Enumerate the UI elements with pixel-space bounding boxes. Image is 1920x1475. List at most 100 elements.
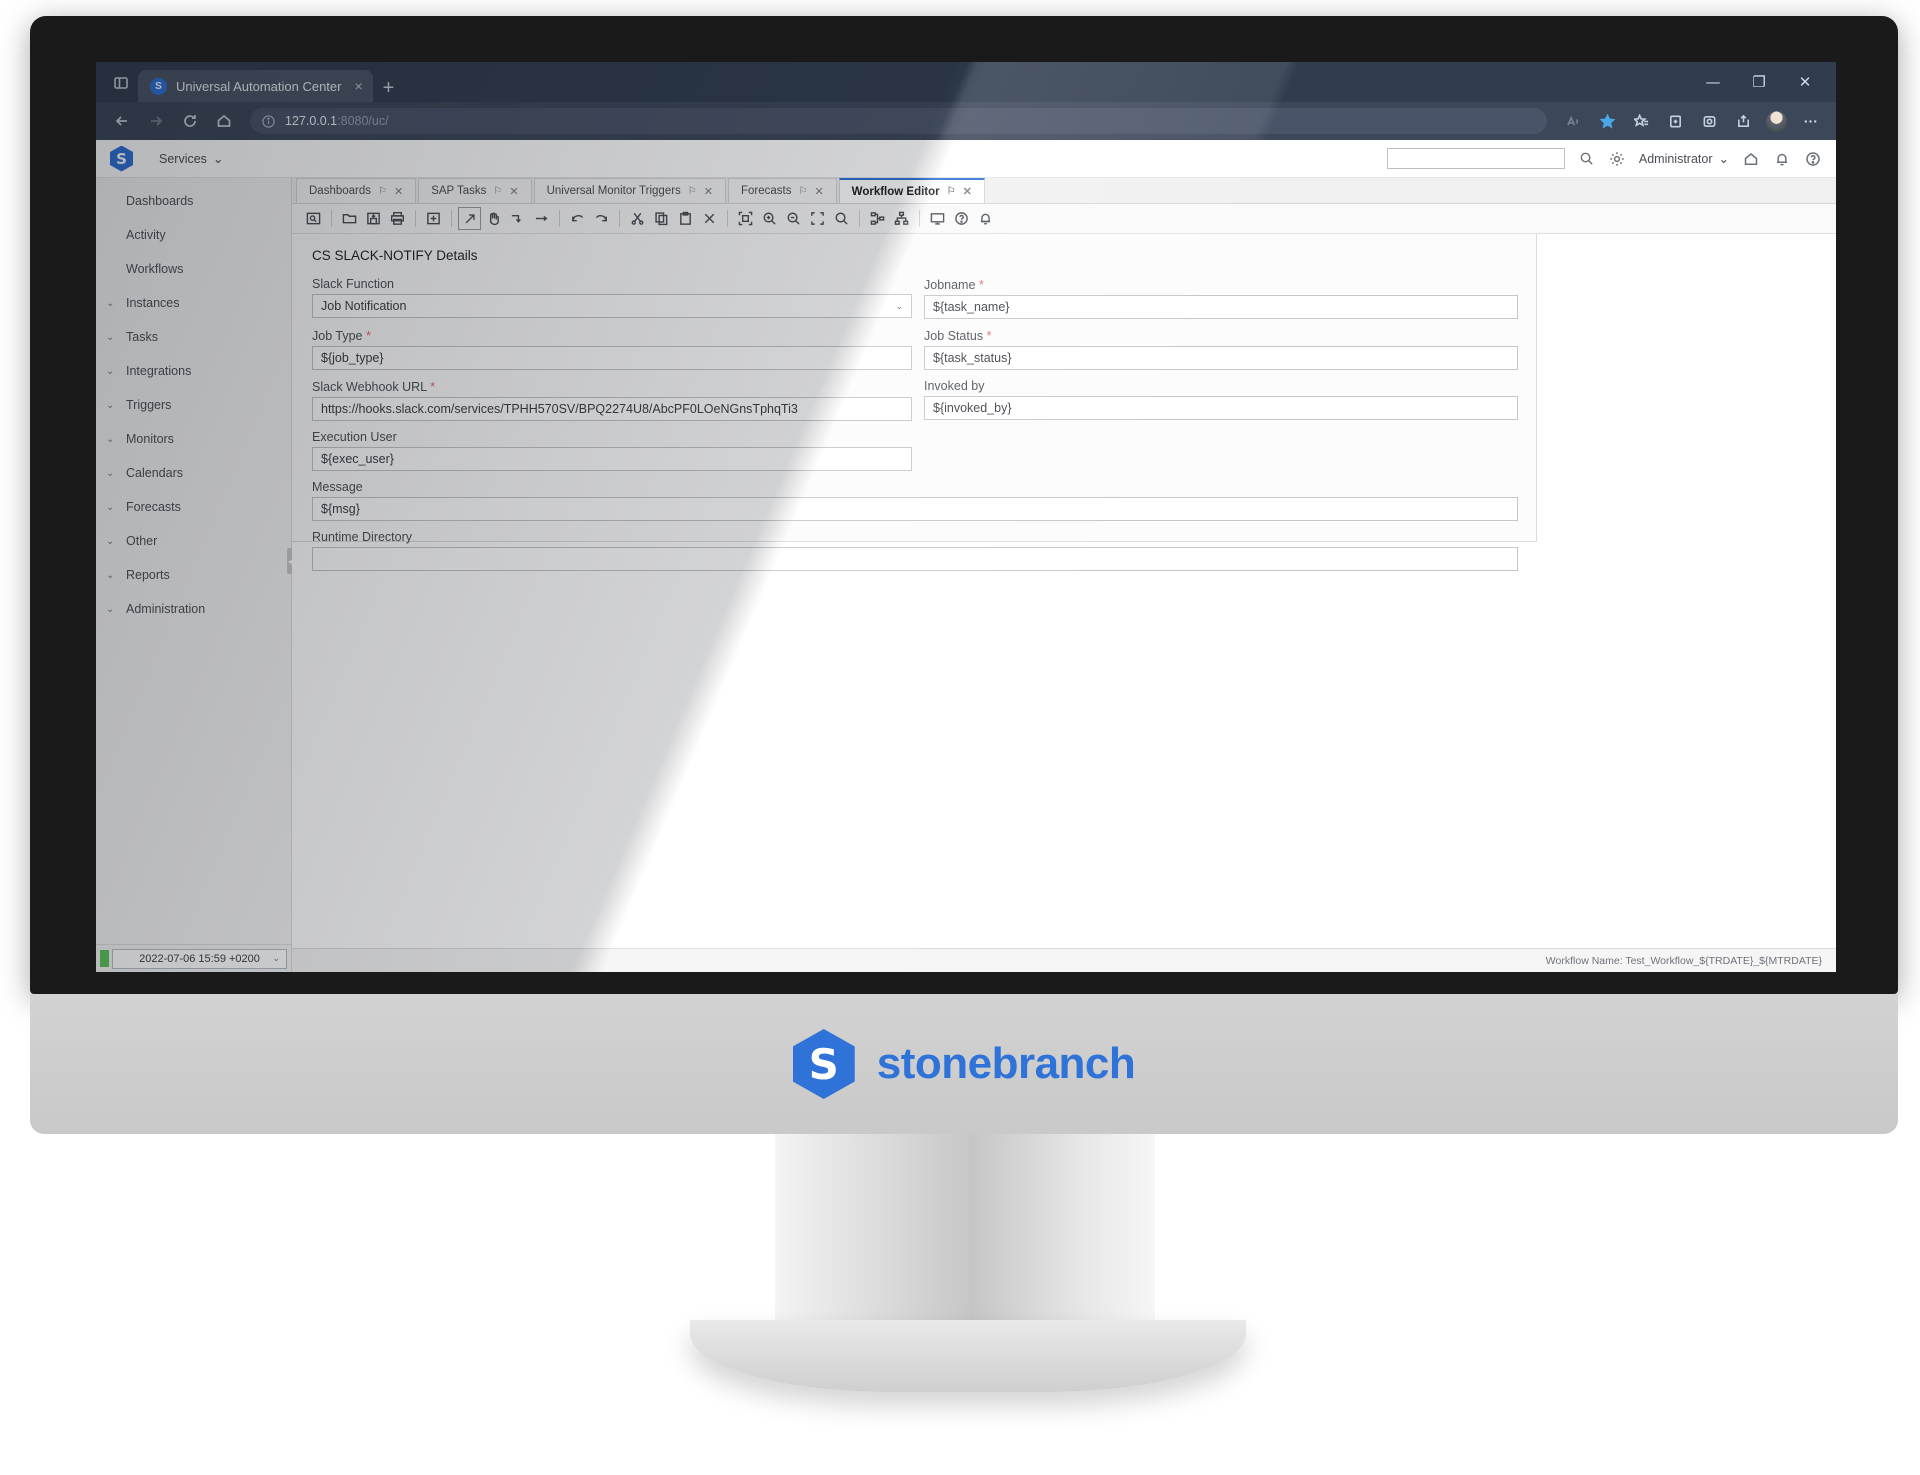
field-group: Execution User ${exec_user} xyxy=(312,430,912,471)
undo-icon[interactable] xyxy=(566,207,589,230)
connect-straight-icon[interactable] xyxy=(530,207,553,230)
favorite-star-icon[interactable] xyxy=(1591,106,1623,136)
tab-universal-monitor-triggers[interactable]: Universal Monitor Triggers ⚐ ✕ xyxy=(533,178,726,203)
close-icon[interactable]: ✕ xyxy=(814,185,823,198)
new-tab-button[interactable]: + xyxy=(383,78,395,98)
browser-more-icon[interactable] xyxy=(1794,106,1826,136)
sidebar-item-forecasts[interactable]: ⌄ Forecasts xyxy=(96,490,291,524)
layout-horizontal-icon[interactable] xyxy=(866,207,889,230)
forward-icon[interactable] xyxy=(140,106,172,136)
field-group: Message ${msg} xyxy=(312,480,1518,521)
address-bar[interactable]: 127.0.0.1:8080/uc/ xyxy=(250,108,1547,134)
browser-tab-active[interactable]: S Universal Automation Center × xyxy=(138,70,373,102)
print-icon[interactable] xyxy=(386,207,409,230)
input-job-type[interactable]: ${job_type} xyxy=(312,346,912,370)
connect-elbow-icon[interactable] xyxy=(506,207,529,230)
monitor-icon[interactable] xyxy=(926,207,949,230)
tab-dashboards[interactable]: Dashboards ⚐ ✕ xyxy=(296,178,417,203)
inspect-icon[interactable] xyxy=(302,207,325,230)
input-jobname[interactable]: ${task_name} xyxy=(924,295,1518,319)
zoom-out-icon[interactable] xyxy=(782,207,805,230)
gear-icon[interactable] xyxy=(1608,149,1627,168)
tab-sap-tasks[interactable]: SAP Tasks ⚐ ✕ xyxy=(418,178,532,203)
sidebar-item-workflows[interactable]: ⌄Workflows xyxy=(96,252,291,286)
copy-icon[interactable] xyxy=(650,207,673,230)
sidebar-item-calendars[interactable]: ⌄ Calendars xyxy=(96,456,291,490)
tab-forecasts[interactable]: Forecasts ⚐ ✕ xyxy=(727,178,837,203)
close-icon[interactable]: ✕ xyxy=(509,185,518,198)
workflow-canvas[interactable]: CS SLACK-NOTIFY Details Slack Function J… xyxy=(292,234,1836,948)
back-icon[interactable] xyxy=(106,106,138,136)
sidebar-nav-list: ⌄Dashboards⌄Activity⌄Workflows⌄Instances… xyxy=(96,178,291,944)
window-minimize-button[interactable]: — xyxy=(1690,62,1736,102)
home-icon[interactable] xyxy=(1741,149,1760,168)
bell-icon[interactable] xyxy=(1772,149,1791,168)
fullscreen-icon[interactable] xyxy=(806,207,829,230)
close-icon[interactable]: ✕ xyxy=(963,185,972,198)
share-icon[interactable] xyxy=(1727,106,1759,136)
pin-icon[interactable]: ⚐ xyxy=(947,186,956,197)
profile-avatar[interactable] xyxy=(1766,110,1787,132)
sidebar-item-instances[interactable]: ⌄ Instances xyxy=(96,286,291,320)
delete-icon[interactable] xyxy=(698,207,721,230)
tab-search-icon[interactable] xyxy=(104,67,138,99)
sidebar-item-triggers[interactable]: ⌄ Triggers xyxy=(96,388,291,422)
pin-icon[interactable]: ⚐ xyxy=(688,186,697,197)
sidebar-item-other[interactable]: ⌄ Other xyxy=(96,524,291,558)
pin-icon[interactable]: ⚐ xyxy=(378,186,387,197)
help-icon[interactable] xyxy=(1803,149,1822,168)
sidebar-item-administration[interactable]: ⌄ Administration xyxy=(96,592,291,626)
sidebar-item-monitors[interactable]: ⌄ Monitors xyxy=(96,422,291,456)
pin-icon[interactable]: ⚐ xyxy=(493,186,502,197)
open-folder-icon[interactable] xyxy=(338,207,361,230)
sidebar-item-reports[interactable]: ⌄ Reports xyxy=(96,558,291,592)
global-search-input[interactable] xyxy=(1386,148,1565,169)
favorites-list-icon[interactable] xyxy=(1625,106,1657,136)
window-maximize-button[interactable]: ❐ xyxy=(1736,62,1782,102)
services-label: Services xyxy=(159,151,207,166)
select-pointer-icon[interactable] xyxy=(458,207,481,230)
field-label: Job Type * xyxy=(312,328,372,343)
tab-workflow-editor[interactable]: Workflow Editor ⚐ ✕ xyxy=(838,178,985,203)
redo-icon[interactable] xyxy=(590,207,613,230)
input-job-status[interactable]: ${task_status} xyxy=(924,346,1518,370)
input-message[interactable]: ${msg} xyxy=(312,497,1518,521)
help-icon[interactable] xyxy=(950,207,973,230)
user-name-label: Administrator xyxy=(1638,151,1713,166)
input-slack-webhook-url[interactable]: https://hooks.slack.com/services/TPHH570… xyxy=(312,397,912,421)
reload-icon[interactable] xyxy=(174,106,206,136)
zoom-in-icon[interactable] xyxy=(758,207,781,230)
services-menu[interactable]: Services ⌄ xyxy=(159,151,223,167)
paste-icon[interactable] xyxy=(674,207,697,230)
zoom-fit-icon[interactable] xyxy=(734,207,757,230)
browser-essentials-icon[interactable] xyxy=(1693,106,1725,136)
search-icon[interactable] xyxy=(1577,149,1596,168)
home-icon[interactable] xyxy=(208,106,240,136)
collections-icon[interactable] xyxy=(1659,106,1691,136)
zoom-reset-icon[interactable] xyxy=(830,207,853,230)
close-icon[interactable]: ✕ xyxy=(394,185,403,198)
sidebar-item-integrations[interactable]: ⌄ Integrations xyxy=(96,354,291,388)
add-task-icon[interactable] xyxy=(422,207,445,230)
tab-label: SAP Tasks xyxy=(431,185,487,197)
pin-icon[interactable]: ⚐ xyxy=(798,186,807,197)
input-runtime-directory[interactable] xyxy=(312,547,1518,571)
sidebar-item-tasks[interactable]: ⌄ Tasks xyxy=(96,320,291,354)
read-aloud-icon[interactable] xyxy=(1557,106,1589,136)
sidebar-item-activity[interactable]: ⌄Activity xyxy=(96,218,291,252)
user-menu[interactable]: Administrator ⌄ xyxy=(1638,151,1729,167)
save-icon[interactable] xyxy=(362,207,385,230)
cut-icon[interactable] xyxy=(626,207,649,230)
browser-tab-close-icon[interactable]: × xyxy=(354,78,362,94)
window-close-button[interactable]: ✕ xyxy=(1782,62,1828,102)
close-icon[interactable]: ✕ xyxy=(704,185,713,198)
bell-icon[interactable] xyxy=(974,207,997,230)
input-execution-user[interactable]: ${exec_user} xyxy=(312,447,912,471)
sidebar-item-dashboards[interactable]: ⌄Dashboards xyxy=(96,184,291,218)
input-invoked-by[interactable]: ${invoked_by} xyxy=(924,396,1518,420)
layout-tree-icon[interactable] xyxy=(890,207,913,230)
select-slack-function[interactable]: Job Notification ⌄ xyxy=(312,294,912,318)
sidebar-item-label: Integrations xyxy=(126,364,192,378)
date-selector[interactable]: 2022-07-06 15:59 +0200 ⌄ xyxy=(112,948,287,969)
pan-hand-icon[interactable] xyxy=(482,207,505,230)
